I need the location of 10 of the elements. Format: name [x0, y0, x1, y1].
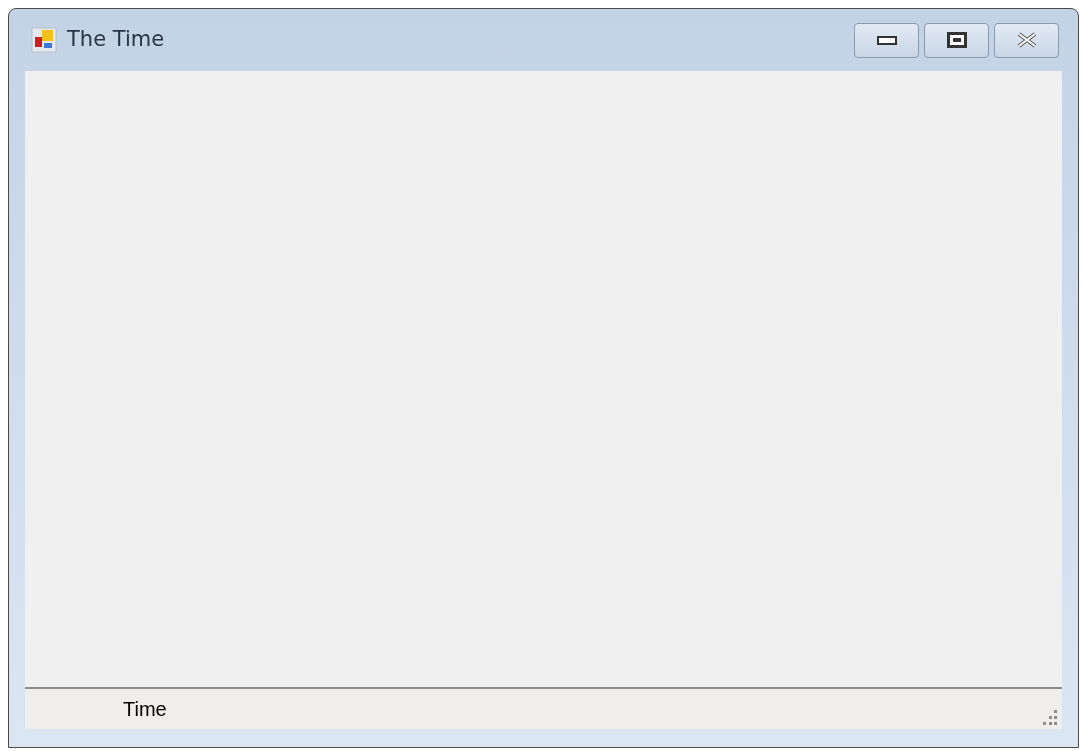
- minimize-icon: [876, 35, 897, 45]
- close-button[interactable]: [994, 22, 1059, 58]
- window-title: The Time: [67, 26, 165, 54]
- app-icon: [31, 27, 57, 53]
- status-label: Time: [123, 697, 167, 722]
- minimize-button[interactable]: [854, 22, 919, 58]
- close-icon: [1015, 32, 1038, 48]
- maximize-button[interactable]: [924, 22, 989, 58]
- restore-icon: [946, 32, 967, 48]
- resize-grip-icon: [1042, 710, 1058, 726]
